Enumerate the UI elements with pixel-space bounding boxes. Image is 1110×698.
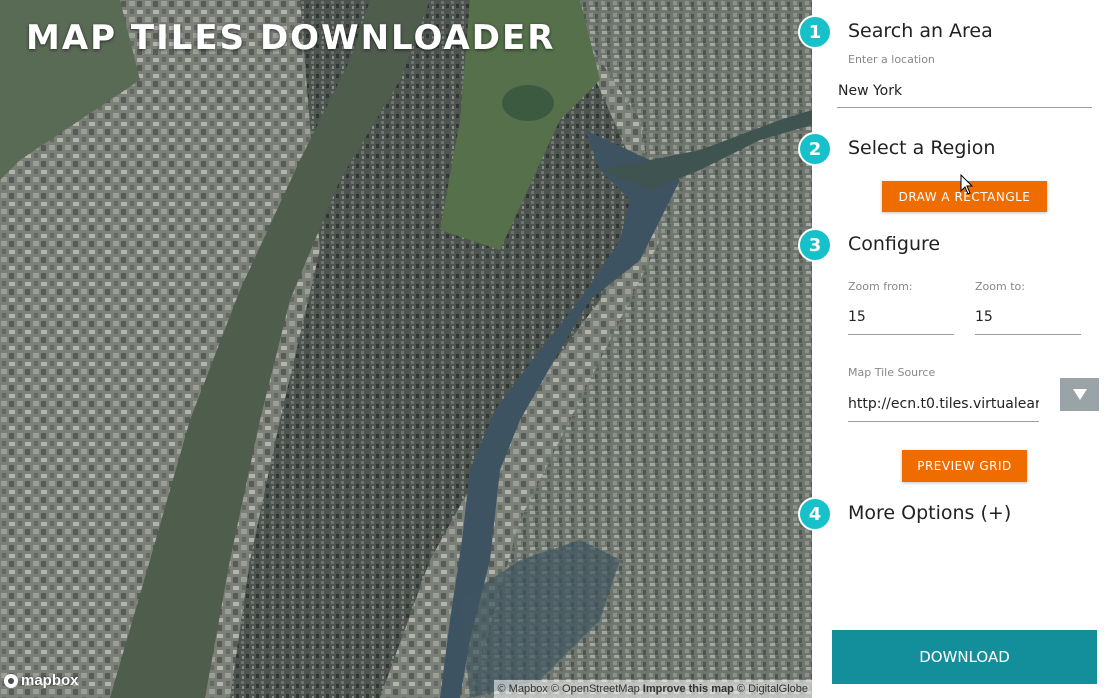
zoom-from-label: Zoom from: [848, 280, 913, 293]
download-button[interactable]: DOWNLOAD [832, 630, 1097, 684]
preview-grid-button[interactable]: PREVIEW GRID [902, 450, 1027, 482]
step-4-badge: 4 [798, 497, 832, 531]
mapbox-icon [4, 673, 18, 688]
mouse-pointer-icon [960, 174, 974, 195]
step-1-title: Search an Area [848, 20, 993, 42]
zoom-to-input[interactable] [975, 304, 1081, 335]
mapbox-logo[interactable]: mapbox [4, 672, 79, 689]
zoom-from-input[interactable] [848, 304, 954, 335]
more-options-toggle[interactable]: More Options (+) [848, 502, 1011, 524]
sidebar-panel: 1 Search an Area Enter a location 2 Sele… [798, 0, 1110, 698]
mapbox-logo-text: mapbox [21, 672, 79, 689]
step-2-title: Select a Region [848, 137, 996, 159]
triangle-down-icon [1072, 389, 1087, 400]
tile-source-label: Map Tile Source [848, 366, 936, 379]
step-2-badge: 2 [798, 132, 832, 166]
location-search-input[interactable] [837, 78, 1092, 108]
attribution-mapbox-link[interactable]: © Mapbox [498, 683, 548, 695]
tile-source-input[interactable] [848, 391, 1039, 422]
zoom-to-label: Zoom to: [975, 280, 1025, 293]
app-title: MAP TILES DOWNLOADER [26, 18, 556, 58]
satellite-imagery [0, 0, 812, 698]
map-attribution: © Mapbox © OpenStreetMap Improve this ma… [493, 680, 812, 698]
improve-map-link[interactable]: Improve this map [643, 683, 734, 695]
tile-source-dropdown-button[interactable] [1060, 378, 1099, 411]
attribution-digitalglobe-link[interactable]: © DigitalGlobe [737, 683, 808, 695]
attribution-osm-link[interactable]: © OpenStreetMap [551, 683, 640, 695]
location-label: Enter a location [848, 53, 935, 66]
step-1-badge: 1 [798, 15, 832, 49]
step-3-title: Configure [848, 233, 941, 255]
step-3-badge: 3 [798, 228, 832, 262]
map-view[interactable]: MAP TILES DOWNLOADER mapbox © Mapbox © O… [0, 0, 812, 698]
